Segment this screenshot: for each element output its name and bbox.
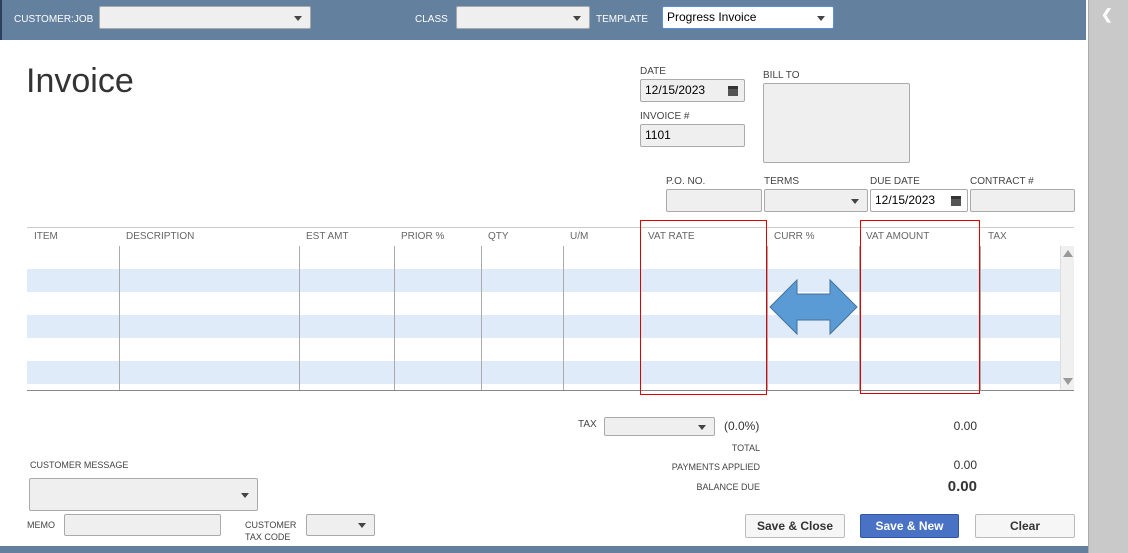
col-divider <box>563 246 564 390</box>
due-date-field[interactable]: 12/15/2023 <box>870 189 968 212</box>
vat-amount-highlight <box>860 220 980 394</box>
col-item[interactable]: ITEM <box>34 231 58 242</box>
bill-to-label: BILL TO <box>763 70 800 81</box>
memo-label: MEMO <box>27 520 55 530</box>
date-field[interactable]: 12/15/2023 <box>640 79 745 102</box>
customer-job-label: CUSTOMER:JOB <box>14 14 94 25</box>
col-divider <box>767 246 768 390</box>
col-prior-pct[interactable]: PRIOR % <box>401 231 444 242</box>
page-title: Invoice <box>26 62 134 100</box>
invoice-number-label: INVOICE # <box>640 111 690 122</box>
balance-due-value: 0.00 <box>947 478 977 495</box>
collapse-chevron-icon[interactable]: ❮ <box>1101 6 1113 23</box>
tax-amount: 0.00 <box>953 419 977 433</box>
side-panel: ❮ <box>1088 0 1128 553</box>
contract-label: CONTRACT # <box>970 176 1034 187</box>
col-qty[interactable]: QTY <box>488 231 509 242</box>
invoice-number-field[interactable]: 1101 <box>640 124 745 147</box>
class-label: CLASS <box>415 14 448 25</box>
customer-message-dropdown[interactable] <box>29 478 258 511</box>
calendar-icon[interactable] <box>951 196 961 206</box>
payments-applied-label: PAYMENTS APPLIED <box>671 462 760 472</box>
payments-applied-value: 0.00 <box>953 458 977 472</box>
col-divider <box>481 246 482 390</box>
balance-due-label: BALANCE DUE <box>696 482 760 492</box>
col-tax[interactable]: TAX <box>988 231 1007 242</box>
calendar-icon[interactable] <box>728 86 738 96</box>
customer-message-label: CUSTOMER MESSAGE <box>30 460 129 470</box>
save-close-button[interactable]: Save & Close <box>745 514 845 538</box>
header-bar: CUSTOMER:JOB CLASS TEMPLATE Progress Inv… <box>0 0 1086 40</box>
date-value: 12/15/2023 <box>645 83 706 97</box>
col-curr-pct[interactable]: CURR % <box>774 231 815 242</box>
double-arrow-icon <box>769 279 858 335</box>
customer-job-dropdown[interactable] <box>99 6 311 29</box>
po-field[interactable] <box>666 189 762 212</box>
template-dropdown[interactable]: Progress Invoice <box>662 6 834 29</box>
scroll-up-icon[interactable] <box>1063 250 1073 257</box>
contract-field[interactable] <box>970 189 1075 212</box>
save-new-button[interactable]: Save & New <box>860 514 959 538</box>
memo-field[interactable] <box>64 514 221 536</box>
col-divider <box>980 246 981 390</box>
col-divider <box>394 246 395 390</box>
terms-label: TERMS <box>764 176 799 187</box>
col-divider <box>119 246 120 390</box>
due-date-value: 12/15/2023 <box>875 193 936 207</box>
table-scrollbar[interactable] <box>1060 246 1074 390</box>
col-divider <box>299 246 300 390</box>
col-est-amt[interactable]: EST AMT <box>306 231 349 242</box>
tax-rate: (0.0%) <box>724 419 760 433</box>
tax-code-dropdown[interactable] <box>306 514 375 536</box>
window-bottom-border <box>0 546 1088 553</box>
due-date-label: DUE DATE <box>870 176 920 187</box>
po-label: P.O. NO. <box>666 176 706 187</box>
clear-button[interactable]: Clear <box>975 514 1075 538</box>
tax-dropdown[interactable] <box>604 417 715 436</box>
terms-dropdown[interactable] <box>764 189 868 212</box>
col-um[interactable]: U/M <box>570 231 588 242</box>
vat-rate-highlight <box>640 220 767 395</box>
total-label: TOTAL <box>731 443 760 453</box>
tax-code-label-2: TAX CODE <box>245 532 291 542</box>
col-description[interactable]: DESCRIPTION <box>126 231 194 242</box>
class-dropdown[interactable] <box>456 6 590 29</box>
bill-to-field[interactable] <box>763 83 910 163</box>
date-label: DATE <box>640 66 666 77</box>
tax-label: TAX <box>578 419 597 430</box>
tax-code-label-1: CUSTOMER <box>245 520 297 530</box>
scroll-down-icon[interactable] <box>1063 378 1073 385</box>
template-label: TEMPLATE <box>596 14 649 25</box>
